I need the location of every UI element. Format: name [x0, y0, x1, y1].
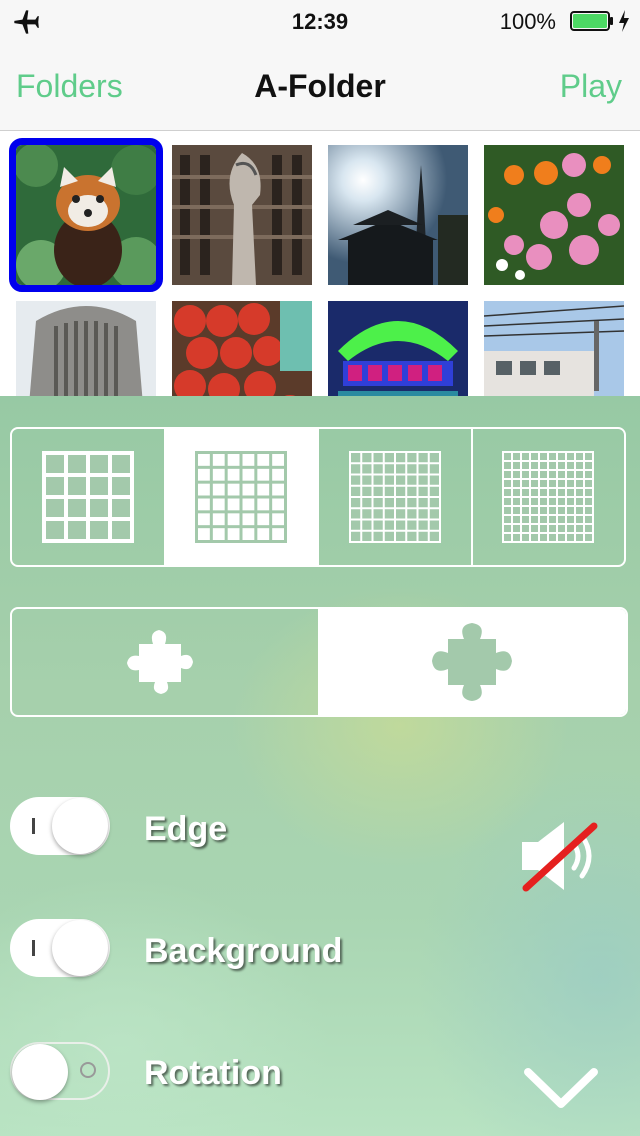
edge-toggle[interactable]	[10, 797, 110, 855]
grid-size-4x4-option[interactable]	[12, 429, 166, 565]
grid-4x4-icon	[41, 451, 134, 543]
piece-shape-segmented-control	[10, 607, 628, 717]
sculpture-building-image	[172, 145, 312, 285]
grid-size-8x8-option[interactable]	[319, 429, 473, 565]
thumbnail-red-panda[interactable]	[9, 138, 163, 292]
rotation-label: Rotation	[144, 1054, 282, 1092]
thumbnail-flowers[interactable]	[484, 145, 624, 285]
edge-label: Edge	[144, 810, 228, 848]
grid-10x10-icon	[502, 451, 595, 543]
rotation-toggle[interactable]	[10, 1042, 110, 1100]
toggle-knob	[52, 920, 108, 976]
toggle-knob	[12, 1044, 68, 1100]
puzzle-piece-large-icon	[432, 623, 512, 701]
background-label: Background	[144, 932, 343, 970]
puzzle-settings-panel: Edge Background Rotation	[0, 396, 640, 1136]
chevron-down-icon[interactable]	[522, 1064, 600, 1112]
page-title: A-Folder	[254, 68, 386, 104]
toggle-on-indicator	[32, 940, 35, 956]
speaker-muted-icon[interactable]	[518, 818, 604, 894]
flowers-image	[484, 145, 624, 285]
charging-bolt-icon	[619, 10, 629, 32]
status-bar: 12:39 100%	[0, 0, 640, 44]
image-thumbnail-grid	[0, 131, 640, 441]
battery-percent: 100%	[499, 9, 556, 34]
toggle-on-indicator	[32, 818, 35, 834]
grid-size-segmented-control	[10, 427, 626, 567]
navigation-bar: Folders A-Folder Play	[0, 44, 640, 131]
play-button[interactable]: Play	[560, 68, 622, 105]
puzzle-piece-small-icon	[127, 630, 193, 694]
toggle-knob	[52, 798, 108, 854]
toggle-off-indicator	[80, 1062, 96, 1078]
piece-shape-large-option[interactable]	[320, 609, 626, 715]
battery-icon	[570, 11, 613, 31]
temple-tower-image	[328, 145, 468, 285]
thumbnail-sculpture[interactable]	[172, 145, 312, 285]
grid-size-6x6-option[interactable]	[165, 429, 319, 565]
grid-6x6-icon	[195, 451, 288, 543]
piece-shape-small-option[interactable]	[12, 609, 320, 715]
grid-8x8-icon	[348, 451, 441, 543]
red-panda-image	[16, 145, 156, 285]
background-toggle[interactable]	[10, 919, 110, 977]
grid-size-10x10-option[interactable]	[473, 429, 625, 565]
thumbnail-temple-tower[interactable]	[328, 145, 468, 285]
